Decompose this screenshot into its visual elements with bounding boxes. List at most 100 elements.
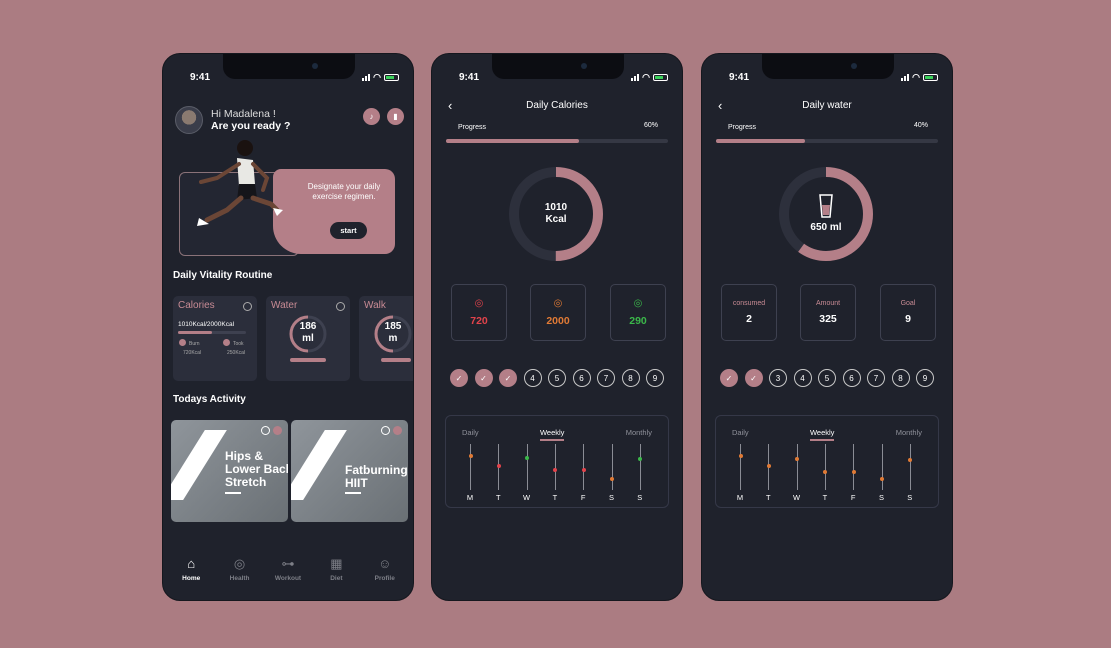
day-tracker: ✓ ✓ 3 4 5 6 7 8 9: [720, 369, 934, 387]
nav-profile[interactable]: ☺ Profile: [363, 556, 407, 582]
burn-label: Burn: [189, 341, 200, 347]
target-icon: ◎: [633, 298, 643, 309]
day-circle[interactable]: 8: [891, 369, 910, 387]
chart-track: [851, 444, 856, 490]
tab-weekly[interactable]: Weekly: [539, 428, 565, 441]
chart-point: [880, 477, 884, 482]
day-circle[interactable]: 6: [842, 369, 861, 387]
chart-point: [823, 469, 828, 474]
stat-card: Goal 9: [880, 284, 936, 341]
day-circle[interactable]: 5: [818, 369, 836, 387]
chart-track: [610, 444, 614, 490]
chart-day-label: S: [907, 493, 913, 502]
wifi-icon: ◠: [912, 71, 920, 82]
day-circle[interactable]: ✓: [499, 369, 517, 387]
play-icon[interactable]: [261, 426, 270, 435]
day-circle[interactable]: 5: [548, 369, 566, 387]
day-circle[interactable]: ✓: [474, 369, 493, 387]
chart-day-label: F: [580, 493, 586, 502]
status-bar: 9:41 ◠: [459, 70, 668, 84]
stat-card: Amount 325: [800, 284, 856, 341]
progress-bar: [716, 139, 938, 143]
day-circle[interactable]: 6: [572, 369, 591, 387]
nav-workout[interactable]: ⊶ Workout: [266, 556, 310, 582]
tab-daily[interactable]: Daily: [732, 428, 749, 441]
water-card-badge: [290, 358, 326, 362]
start-button[interactable]: start: [330, 222, 367, 239]
progress-label: Progress: [458, 124, 487, 131]
tab-weekly[interactable]: Weekly: [809, 428, 835, 441]
chart-point: [638, 457, 643, 462]
stat-card: ◎ 720: [451, 284, 507, 341]
stat-value: 9: [905, 313, 911, 325]
stat-card: ◎ 2000: [530, 284, 586, 341]
calories-ring-value: 1010 Kcal: [544, 202, 568, 225]
bookmark-icon[interactable]: ▮: [387, 108, 404, 125]
chart-track: [496, 444, 501, 490]
weekly-chart: Daily Weekly Monthly M T W T F S S: [715, 415, 939, 508]
chart-day-label: T: [552, 493, 558, 502]
nav-health[interactable]: ◎ Health: [218, 556, 262, 582]
chart-day-label: W: [793, 493, 801, 502]
chart-track: [468, 444, 473, 490]
took-label: Took: [233, 341, 244, 347]
avatar[interactable]: [175, 106, 203, 134]
chart-track: [553, 444, 558, 490]
day-circle[interactable]: ✓: [744, 369, 763, 387]
play-icon[interactable]: [381, 426, 390, 435]
bell-icon[interactable]: ♪: [363, 108, 380, 125]
chart-track: [766, 444, 771, 490]
chart-point: [553, 468, 558, 473]
progress-value: 60%: [643, 122, 658, 129]
signal-icon: [631, 73, 640, 81]
chart-track: [908, 444, 913, 490]
activity-title-text: Hips & Lower Back Stretch: [225, 449, 288, 489]
chart-track: [581, 444, 586, 490]
tab-monthly[interactable]: Monthly: [626, 428, 652, 441]
activity-title-text: Fatburning HIIT: [345, 463, 408, 490]
day-circle[interactable]: 7: [597, 369, 615, 387]
battery-icon: [384, 73, 399, 81]
water-ring-value: 650 ml: [778, 166, 874, 262]
day-circle[interactable]: 7: [867, 369, 885, 387]
chart-point: [581, 468, 586, 473]
nav-home[interactable]: ⌂ Home: [169, 556, 213, 582]
day-circle[interactable]: 9: [646, 369, 664, 387]
day-circle[interactable]: 3: [769, 369, 787, 387]
calories-card[interactable]: Calories 1010Kcal/2000Kcal Burn 720Kcal …: [173, 296, 257, 381]
chart-point: [908, 458, 913, 463]
page-title: Daily Calories: [526, 100, 588, 111]
water-card[interactable]: Water 186 ml: [266, 296, 350, 381]
bookmark-icon[interactable]: [273, 426, 282, 435]
chart-point: [766, 463, 771, 468]
stat-label: consumed: [732, 300, 766, 307]
day-circle[interactable]: ✓: [450, 369, 468, 387]
chart-point: [468, 453, 473, 458]
wifi-icon: ◠: [642, 71, 650, 82]
battery-icon: [653, 73, 668, 81]
bottom-nav: ⌂ Home ◎ Health ⊶ Workout ▦ Diet ☺ Profile: [163, 556, 413, 600]
day-circle[interactable]: ✓: [720, 369, 738, 387]
activity-card[interactable]: Hips & Lower Back Stretch: [171, 420, 288, 522]
day-circle[interactable]: 4: [793, 369, 812, 387]
stat-label: Goal: [900, 300, 916, 307]
walk-card-badge: [381, 358, 411, 362]
stat-label: Amount: [815, 300, 841, 307]
nav-diet[interactable]: ▦ Diet: [314, 556, 358, 582]
day-circle[interactable]: 8: [621, 369, 640, 387]
status-bar: 9:41 ◠: [190, 70, 399, 84]
wifi-icon: ◠: [373, 71, 381, 82]
chart-day-label: T: [496, 493, 501, 502]
chart-point: [525, 455, 530, 460]
chart-day-label: T: [822, 493, 828, 502]
walk-card[interactable]: Walk 185 m: [359, 296, 413, 381]
bookmark-icon[interactable]: [393, 426, 402, 435]
day-circle[interactable]: 4: [523, 369, 542, 387]
chart-day-label: T: [766, 493, 771, 502]
tab-daily[interactable]: Daily: [462, 428, 479, 441]
activity-card[interactable]: Fatburning HIIT: [291, 420, 408, 522]
tab-monthly[interactable]: Monthly: [896, 428, 922, 441]
day-circle[interactable]: 9: [916, 369, 934, 387]
dumbbell-icon: ⊶: [281, 556, 295, 571]
apple-icon: ◎: [233, 556, 246, 571]
